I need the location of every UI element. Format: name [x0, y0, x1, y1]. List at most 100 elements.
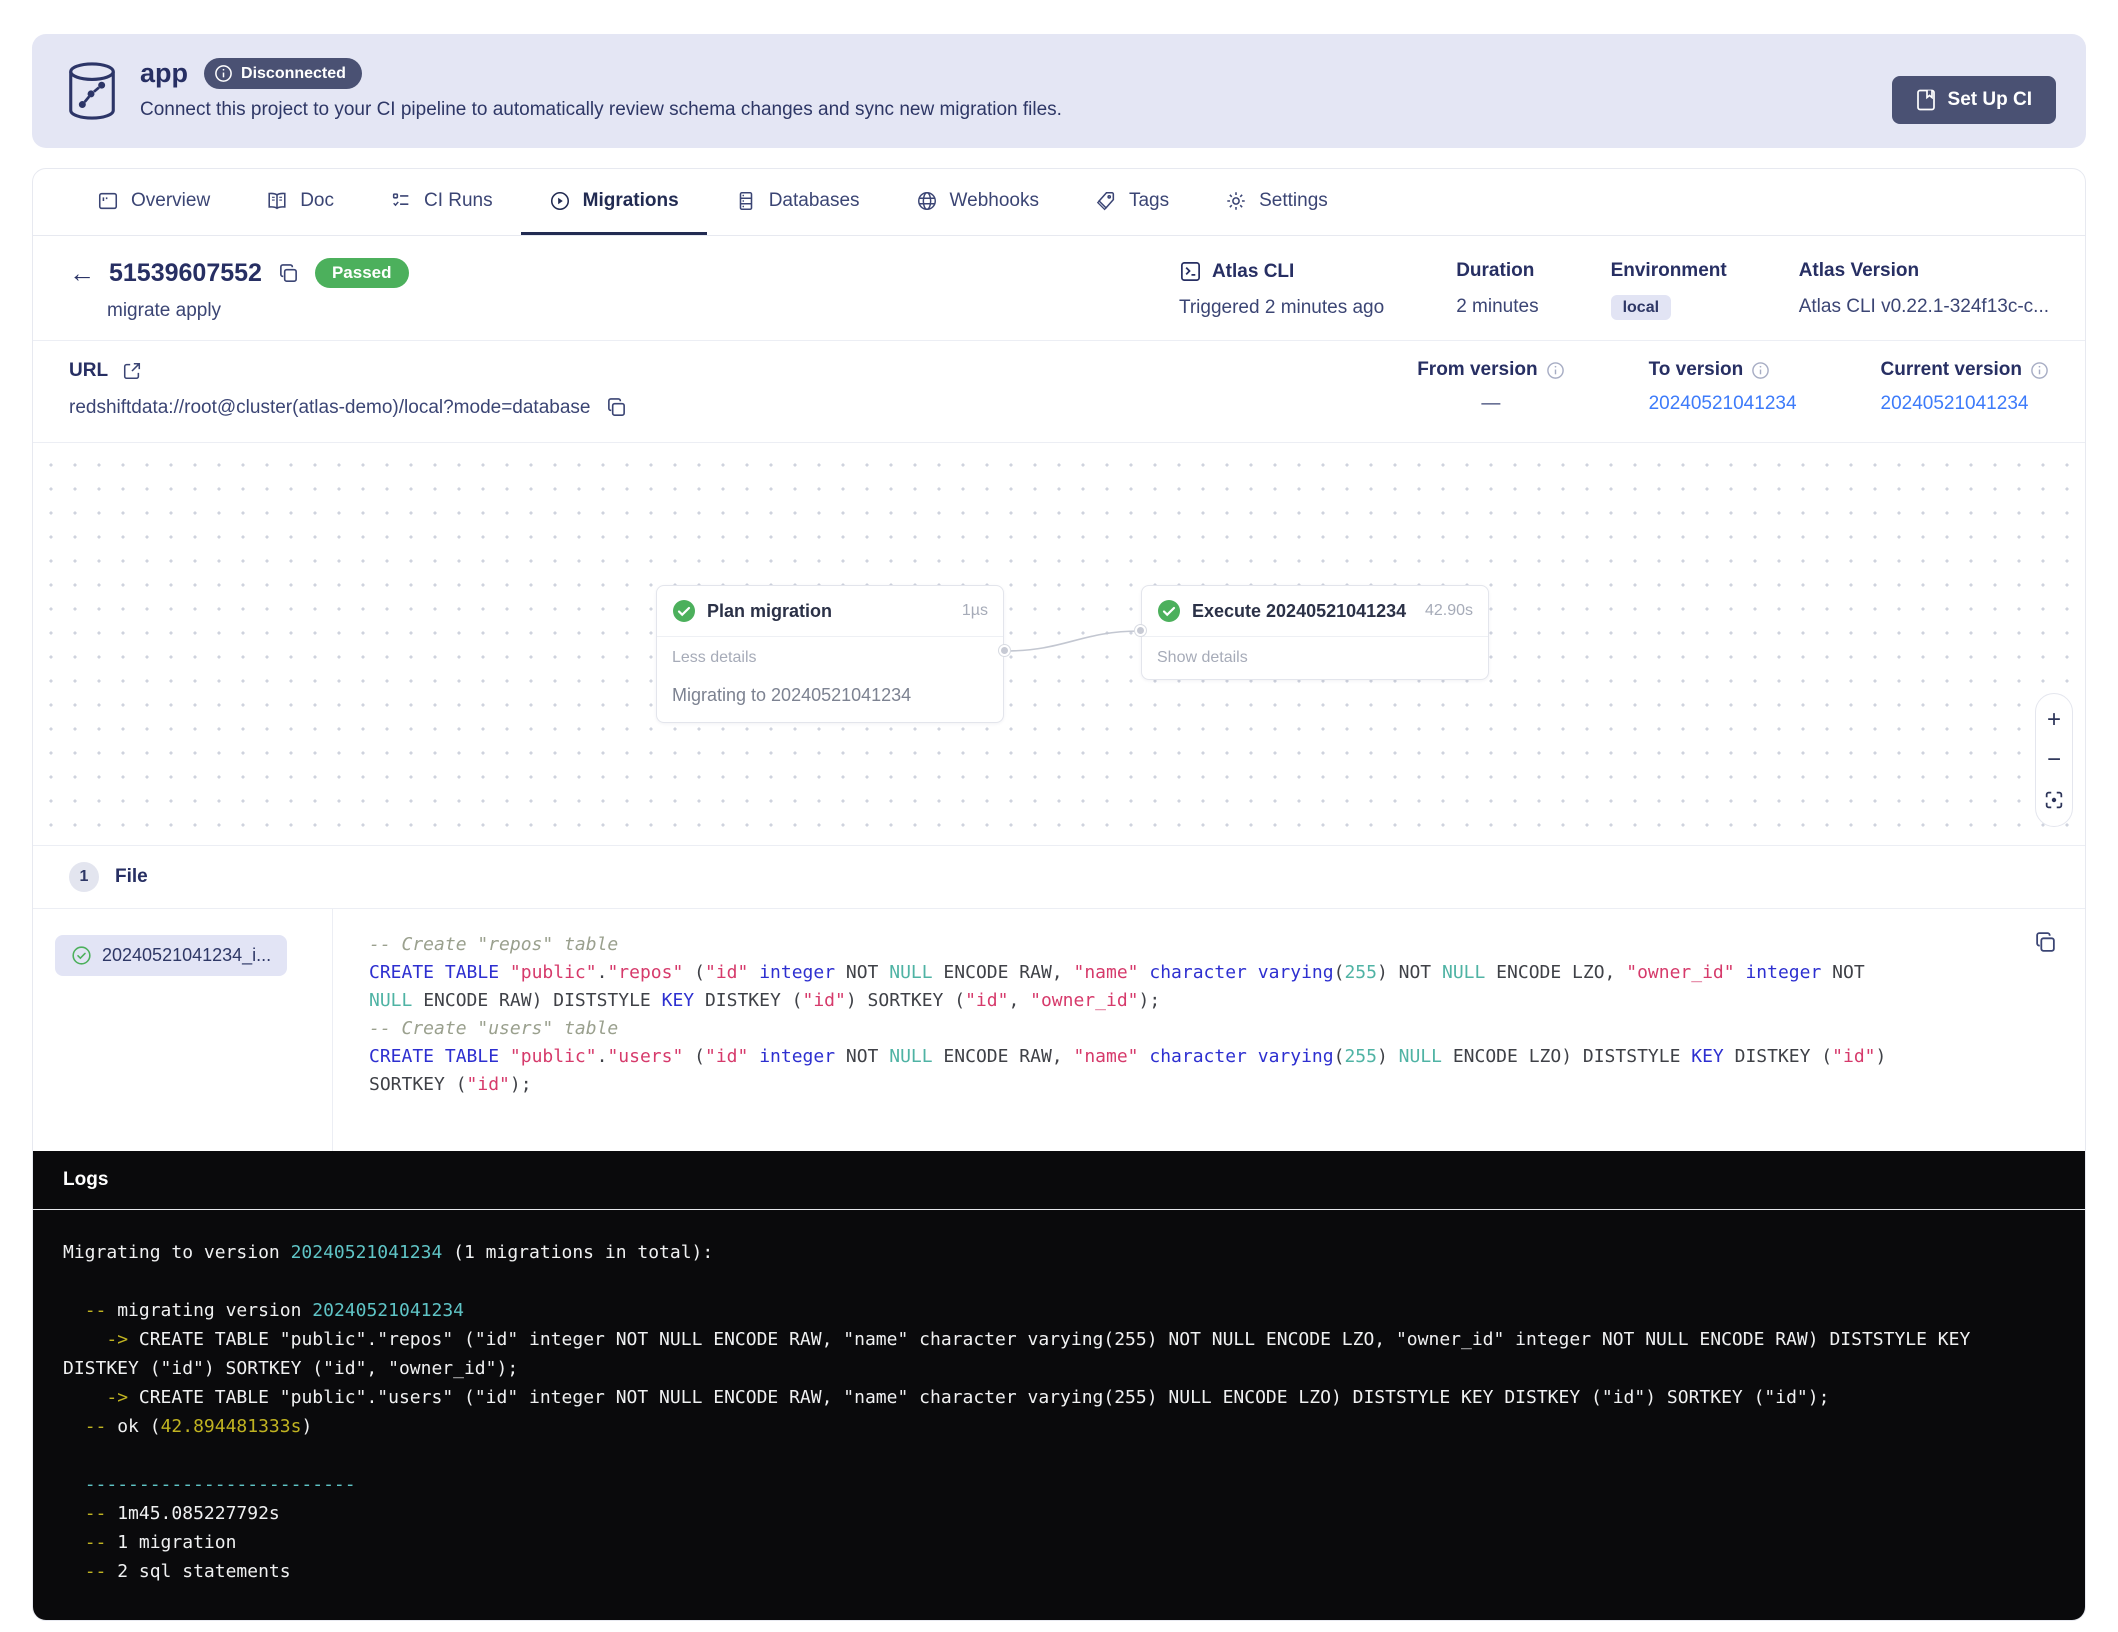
environment-label: Environment [1610, 260, 1727, 281]
from-version-value: — [1481, 393, 1501, 414]
project-card: Overview Doc CI Runs Migrations Database… [32, 168, 2086, 1621]
current-version: Current version 20240521041234 [1881, 359, 2049, 420]
atlas-version-label: Atlas Version [1798, 260, 1920, 281]
migration-flow-canvas[interactable]: Plan migration 1µs Less details Migratin… [33, 443, 2085, 846]
to-version: To version 20240521041234 [1649, 359, 1797, 420]
external-link-icon [124, 362, 141, 380]
copy-code-button[interactable] [2032, 929, 2059, 956]
play-circle-icon [550, 191, 569, 210]
execute-node-handle[interactable] [1135, 625, 1146, 636]
file-list-item[interactable]: 20240521041234_i... [55, 935, 288, 976]
file-section-label: File [115, 866, 148, 887]
book-icon [268, 192, 286, 209]
tab-settings[interactable]: Settings [1197, 169, 1356, 235]
run-command: migrate apply [107, 300, 222, 321]
plan-node-title: Plan migration [707, 600, 833, 621]
sql-code-panel: -- Create "repos" table CREATE TABLE "pu… [333, 909, 2085, 1151]
zoom-in-button[interactable]: + [2035, 700, 2073, 740]
fit-view-icon [2045, 791, 2063, 809]
from-version-label: From version [1417, 359, 1538, 380]
meta-duration: Duration 2 minutes [1456, 260, 1538, 322]
duration-label: Duration [1456, 260, 1535, 281]
check-circle-icon [673, 600, 695, 622]
set-up-ci-button[interactable]: Set Up CI [1891, 76, 2056, 124]
tab-databases[interactable]: Databases [707, 169, 888, 235]
gear-icon [1227, 191, 1245, 210]
set-up-ci-label: Set Up CI [1947, 89, 2032, 110]
tab-tags[interactable]: Tags [1067, 169, 1197, 235]
banner-description: Connect this project to your CI pipeline… [140, 99, 1062, 120]
file-list: 20240521041234_i... [33, 909, 333, 1151]
tab-label: Webhooks [949, 189, 1039, 211]
run-header: ← 51539607552 Passed migrate apply Atlas… [33, 236, 2085, 341]
plan-node-duration: 1µs [961, 602, 988, 619]
plan-migration-node[interactable]: Plan migration 1µs Less details Migratin… [656, 585, 1004, 723]
file-count-badge: 1 [69, 862, 99, 892]
info-icon[interactable] [2030, 361, 2049, 380]
zoom-controls: + − [2035, 693, 2073, 827]
copy-url-button[interactable] [604, 395, 629, 420]
info-icon [215, 65, 232, 82]
tab-bar: Overview Doc CI Runs Migrations Database… [33, 169, 2085, 236]
window-icon [98, 192, 118, 209]
copy-icon [608, 398, 626, 416]
atlas-version-value: Atlas CLI v0.22.1-324f13c-c... [1798, 296, 2049, 317]
execute-node-duration: 42.90s [1424, 602, 1473, 619]
logs-title: Logs [63, 1169, 109, 1190]
tab-label: Tags [1128, 189, 1170, 211]
trigger-label: Atlas CLI [1211, 260, 1295, 282]
current-version-label: Current version [1880, 359, 2022, 380]
guide-icon [1916, 89, 1935, 111]
to-version-label: To version [1648, 359, 1744, 380]
duration-value: 2 minutes [1456, 296, 1539, 317]
fit-view-button[interactable] [2035, 780, 2073, 820]
tab-label: Doc [300, 189, 334, 211]
tab-ci-runs[interactable]: CI Runs [362, 169, 521, 235]
url-value: redshiftdata://root@cluster(atlas-demo)/… [69, 396, 591, 418]
tab-label: Overview [131, 189, 211, 211]
copy-icon [280, 263, 297, 282]
execute-node-title: Execute 20240521041234 [1192, 600, 1407, 621]
project-name: app [140, 58, 189, 88]
tab-overview[interactable]: Overview [69, 169, 238, 235]
file-section-body: 20240521041234_i... -- Create "repos" ta… [33, 909, 2085, 1151]
tab-webhooks[interactable]: Webhooks [888, 169, 1067, 235]
status-badge-label: Disconnected [241, 64, 346, 82]
current-version-link[interactable]: 20240521041234 [1881, 393, 2029, 414]
checklist-icon [392, 192, 409, 206]
to-version-link[interactable]: 20240521041234 [1649, 393, 1797, 414]
database-project-icon [69, 62, 115, 120]
tab-label: Migrations [582, 189, 679, 211]
flow-edge [1004, 630, 1141, 652]
check-circle-outline-icon [72, 946, 91, 965]
back-arrow[interactable]: ← [69, 260, 95, 286]
copy-run-id-button[interactable] [276, 261, 301, 286]
meta-trigger: Atlas CLI Triggered 2 minutes ago [1179, 260, 1384, 322]
ci-banner: app Disconnected Connect this project to… [32, 34, 2086, 148]
tag-icon [1096, 191, 1115, 210]
trigger-value: Triggered 2 minutes ago [1178, 297, 1385, 318]
plan-node-toggle[interactable]: Less details [657, 637, 1003, 679]
meta-atlas-version: Atlas Version Atlas CLI v0.22.1-324f13c-… [1799, 260, 2049, 322]
plan-node-handle[interactable] [999, 645, 1010, 656]
zoom-out-button[interactable]: − [2035, 740, 2073, 780]
tab-label: Databases [768, 189, 860, 211]
file-section-header: 1 File [33, 846, 2085, 909]
plan-node-detail: Migrating to 20240521041234 [672, 685, 912, 705]
tab-doc[interactable]: Doc [238, 169, 362, 235]
tab-migrations[interactable]: Migrations [520, 169, 707, 235]
log-output: Migrating to version 20240521041234 (1 m… [63, 1242, 1982, 1582]
execute-node[interactable]: Execute 20240521041234 42.90s Show detai… [1141, 585, 1489, 680]
execute-node-toggle[interactable]: Show details [1142, 637, 1488, 679]
open-url-button[interactable] [120, 359, 144, 383]
passed-badge: Passed [314, 258, 409, 288]
tab-label: CI Runs [423, 189, 493, 211]
server-icon [739, 191, 752, 210]
tab-label: Settings [1259, 189, 1328, 211]
logs-body: Migrating to version 20240521041234 (1 m… [33, 1210, 2085, 1620]
terminal-icon [1180, 262, 1200, 281]
info-icon[interactable] [1751, 361, 1770, 380]
info-icon[interactable] [1546, 361, 1565, 380]
environment-badge: local [1610, 295, 1672, 320]
logs-panel: Logs Migrating to version 20240521041234… [33, 1151, 2085, 1620]
